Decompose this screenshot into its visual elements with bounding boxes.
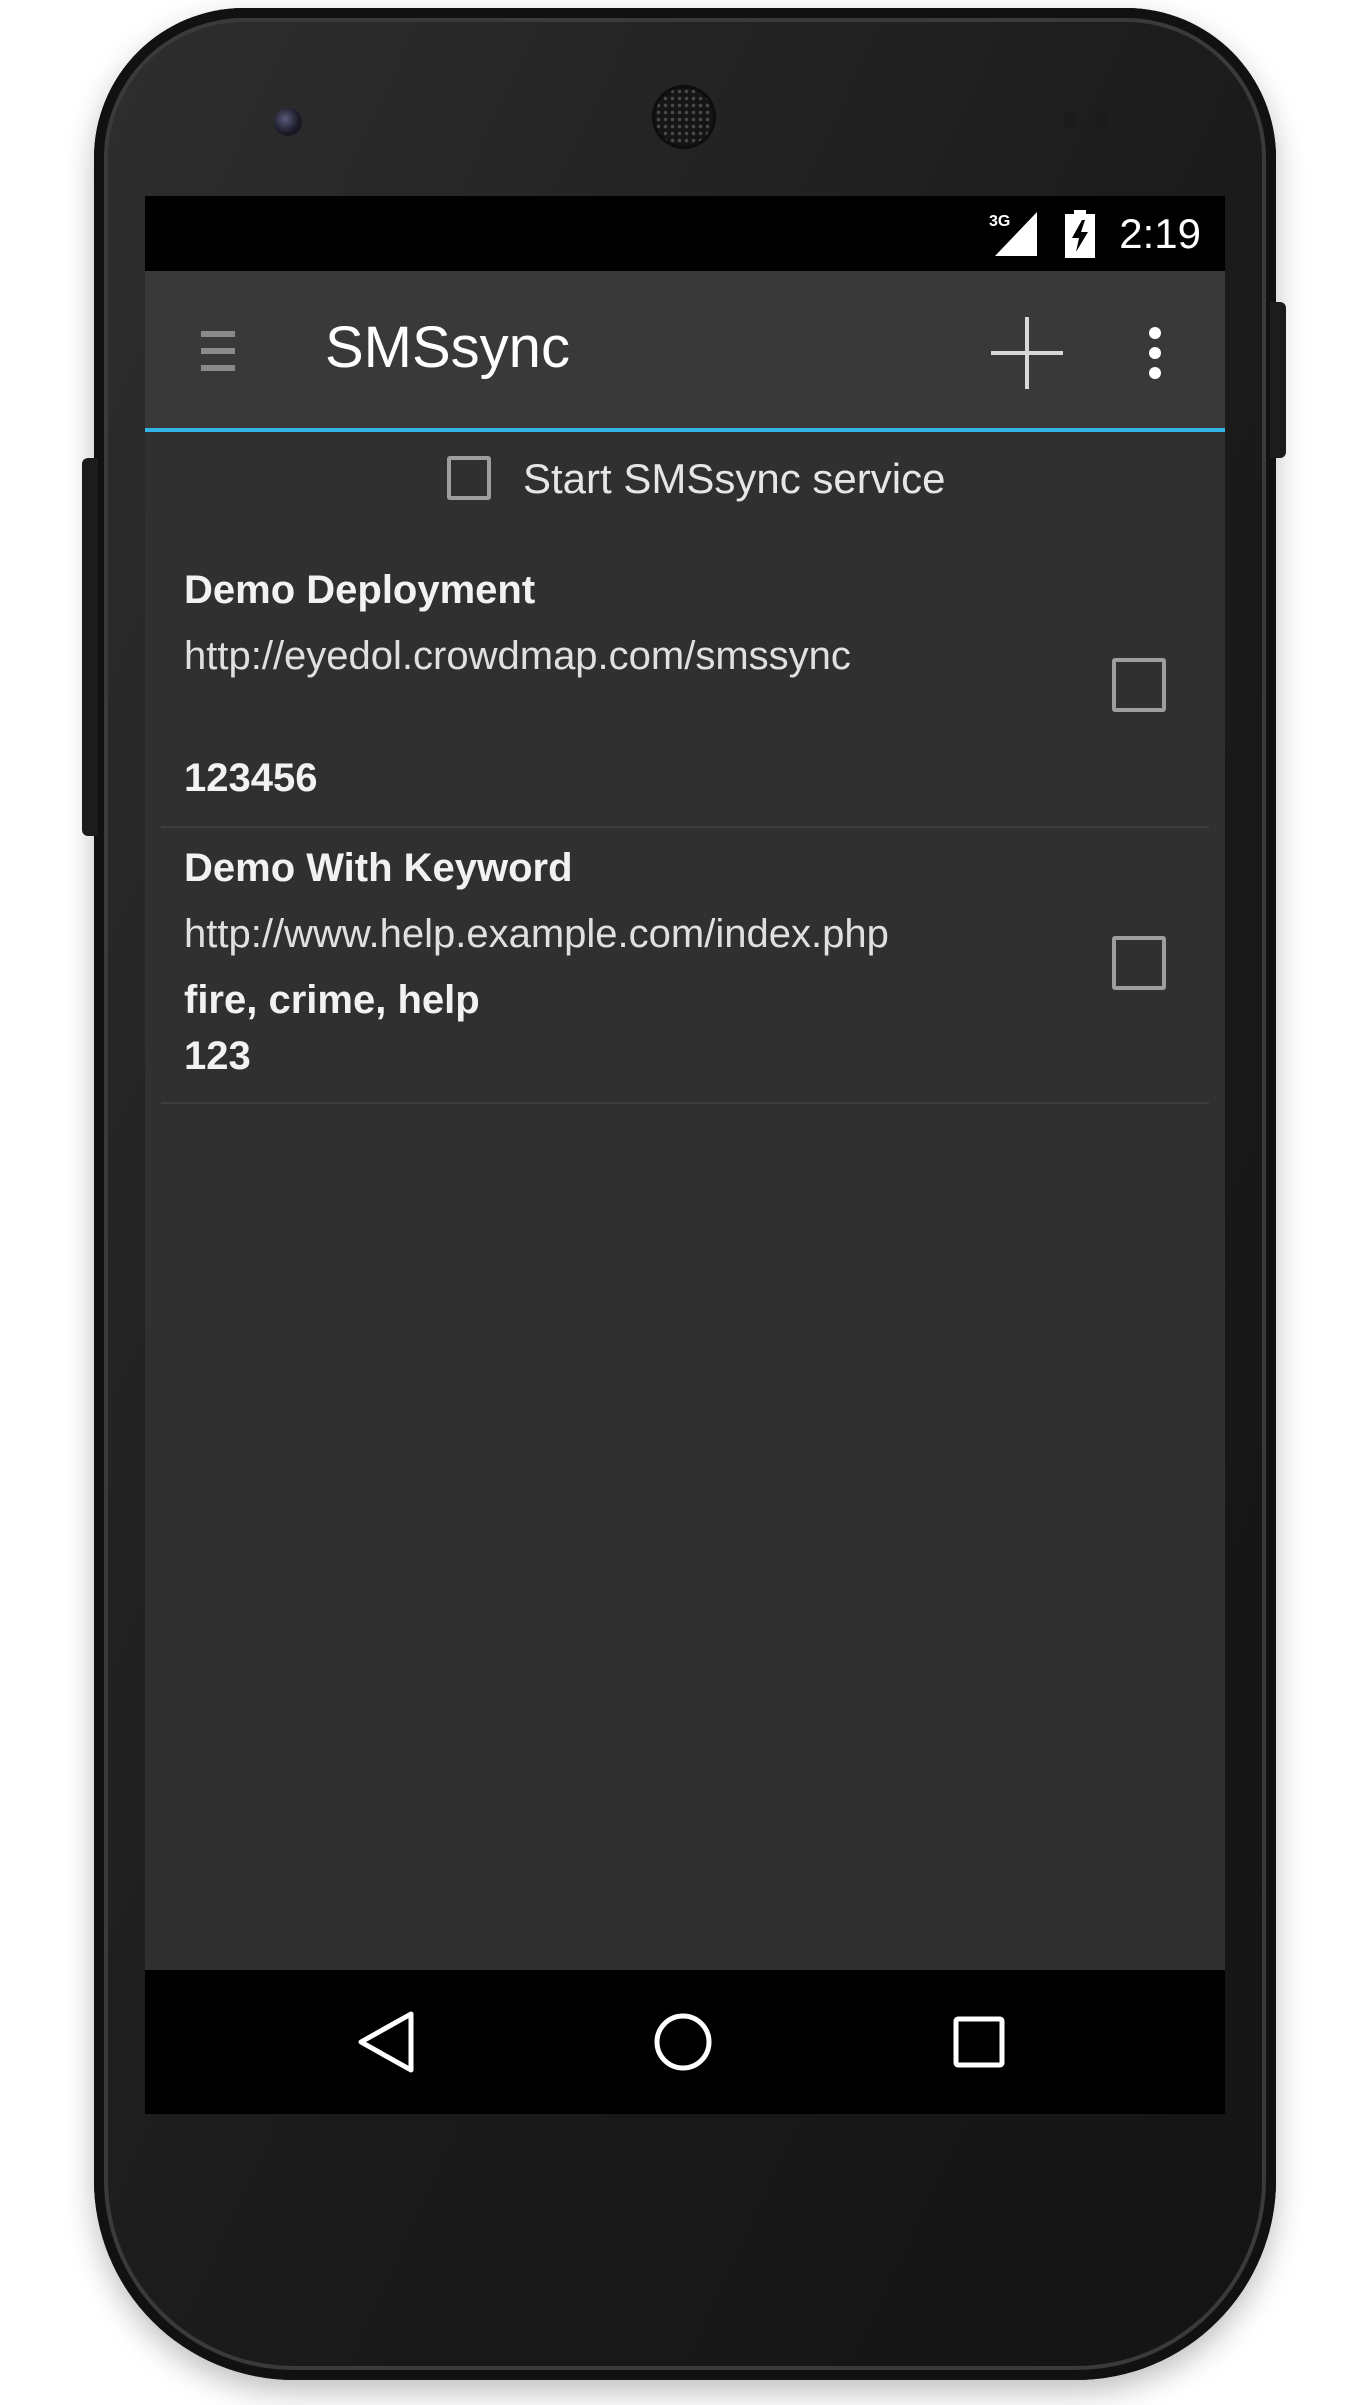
network-type-label: 3G	[989, 213, 1010, 230]
sync-url-checkbox[interactable]	[1112, 658, 1166, 712]
sync-url-keywords: fire, crime, help	[184, 978, 480, 1022]
start-service-label: Start SMSsync service	[523, 455, 946, 502]
sync-url-address: http://www.help.example.com/index.php	[184, 912, 889, 956]
signal-icon: 3G	[989, 212, 1037, 256]
power-button	[1270, 302, 1286, 458]
overflow-menu-icon[interactable]	[1147, 325, 1163, 381]
start-service-checkbox[interactable]	[447, 456, 491, 500]
menu-drawer-icon[interactable]	[201, 331, 235, 371]
screen: 3G 2:19 SMSsync Start SMSsync service De…	[145, 196, 1225, 2114]
sync-url-secret: 123	[184, 1034, 251, 1078]
sync-url-title: Demo With Keyword	[184, 846, 573, 890]
front-camera	[274, 108, 302, 136]
sync-url-secret: 123456	[184, 756, 318, 800]
add-icon[interactable]	[991, 317, 1063, 389]
app-title: SMSsync	[325, 315, 570, 380]
battery-charging-icon	[1065, 210, 1095, 258]
earpiece-speaker	[655, 88, 713, 146]
start-service-row[interactable]: Start SMSsync service	[145, 432, 1225, 520]
proximity-sensor	[1062, 112, 1078, 128]
list-item[interactable]: Demo Deployment http://eyedol.crowdmap.c…	[145, 520, 1225, 800]
sync-url-title: Demo Deployment	[184, 568, 536, 612]
volume-button	[82, 458, 98, 836]
status-bar: 3G 2:19	[145, 196, 1225, 271]
action-bar: SMSsync	[145, 271, 1225, 432]
list-item[interactable]: Demo With Keyword http://www.help.exampl…	[145, 828, 1225, 1104]
sync-url-checkbox[interactable]	[1112, 936, 1166, 990]
light-sensor	[1094, 112, 1110, 128]
back-icon[interactable]	[355, 2010, 419, 2074]
recents-icon[interactable]	[953, 2016, 1005, 2068]
divider	[161, 1102, 1209, 1104]
home-icon[interactable]	[653, 2012, 713, 2072]
status-time: 2:19	[1119, 210, 1201, 257]
sync-url-address: http://eyedol.crowdmap.com/smssync	[184, 634, 851, 678]
navigation-bar	[145, 1970, 1225, 2114]
